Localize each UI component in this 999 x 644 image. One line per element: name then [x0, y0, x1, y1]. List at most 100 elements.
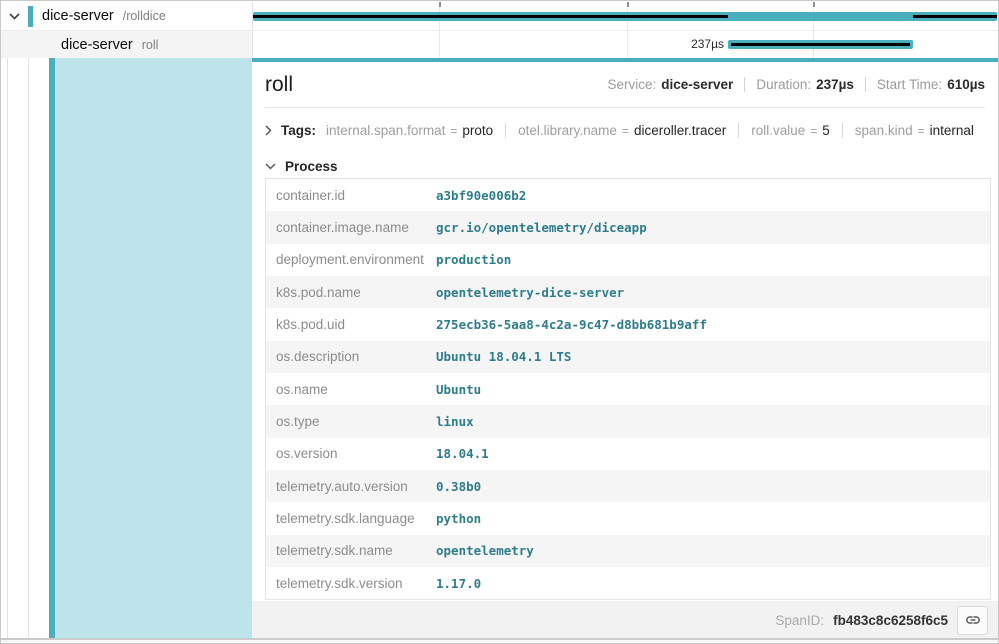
- table-row: k8s.pod.uid 275ecb36-5aa8-4c2a-9c47-d8bb…: [266, 308, 990, 340]
- attribute-key: os.name: [266, 382, 436, 397]
- table-row: os.description Ubuntu 18.04.1 LTS: [266, 341, 990, 373]
- spanid-value: fb483c8c6258f6c5: [833, 613, 948, 628]
- timeline-tick: [439, 2, 441, 7]
- attribute-key: os.description: [266, 349, 436, 364]
- stat-label: Service:: [607, 77, 656, 92]
- attribute-key: telemetry.auto.version: [266, 479, 436, 494]
- operation-name: roll: [142, 38, 159, 52]
- tree-guide-line: [7, 31, 8, 638]
- table-row: os.version 18.04.1: [266, 438, 990, 470]
- attribute-value: 275ecb36-5aa8-4c2a-9c47-d8bb681b9aff: [436, 317, 707, 332]
- spanid-label: SpanID:: [775, 613, 824, 628]
- table-row: telemetry.sdk.version 1.17.0: [266, 567, 990, 599]
- attribute-value: production: [436, 252, 511, 267]
- attribute-key: k8s.pod.name: [266, 285, 436, 300]
- stat-item: Service: dice-server: [607, 77, 733, 92]
- tag-key: otel.library.name: [518, 123, 617, 138]
- span-row-rolldice[interactable]: dice-server /rolldice: [1, 2, 252, 30]
- tag-item: roll.value = 5: [738, 123, 830, 138]
- table-row: os.type linux: [266, 405, 990, 437]
- attribute-value: python: [436, 511, 481, 526]
- tag-value: internal: [930, 123, 974, 138]
- process-accordion[interactable]: Process: [265, 154, 348, 178]
- chevron-down-icon: [9, 13, 20, 20]
- operation-name: /rolldice: [123, 9, 166, 23]
- table-row: telemetry.sdk.name opentelemetry: [266, 535, 990, 567]
- attribute-value: opentelemetry-dice-server: [436, 285, 624, 300]
- span-bar-rolldice[interactable]: [253, 12, 997, 21]
- attribute-value: 0.38b0: [436, 479, 481, 494]
- attribute-value: opentelemetry: [436, 543, 534, 558]
- service-name: dice-server: [61, 37, 133, 53]
- attribute-value: gcr.io/opentelemetry/diceapp: [436, 220, 647, 235]
- service-name: dice-server: [42, 8, 114, 24]
- attribute-key: telemetry.sdk.version: [266, 576, 436, 591]
- stat-item: Duration: 237µs: [744, 77, 854, 92]
- span-detail-header: roll Service: dice-server Duration: 237µs …: [265, 62, 985, 108]
- span-bar-roll[interactable]: [728, 40, 913, 49]
- attribute-value: Ubuntu 18.04.1 LTS: [436, 349, 571, 364]
- tags-label: Tags:: [281, 123, 316, 138]
- span-row-roll[interactable]: dice-server roll: [1, 31, 252, 58]
- span-stats: Service: dice-server Duration: 237µs Start…: [607, 77, 985, 92]
- table-row: deployment.environment production: [266, 244, 990, 276]
- timeline-tick: [627, 2, 629, 7]
- table-row: container.id a3bf90e006b2: [266, 179, 990, 211]
- tag-equals-sign: =: [810, 124, 817, 138]
- attribute-key: os.type: [266, 414, 436, 429]
- process-label: Process: [285, 159, 338, 174]
- tag-item: otel.library.name=diceroller.tracer: [505, 123, 726, 138]
- table-row: telemetry.sdk.language python: [266, 502, 990, 534]
- stat-value: 237µs: [816, 77, 854, 92]
- span-detail-footer: SpanID: fb483c8c6258f6c5: [252, 601, 998, 639]
- tag-key: internal.span.format: [326, 123, 445, 138]
- attribute-key: container.id: [266, 188, 436, 203]
- tags-accordion[interactable]: Tags: internal.span.format = proto otel.li…: [265, 109, 985, 152]
- attribute-key: container.image.name: [266, 220, 436, 235]
- tag-equals-sign: =: [450, 124, 457, 138]
- tag-equals-sign: =: [918, 124, 925, 138]
- tag-key: span.kind: [855, 123, 913, 138]
- tag-equals-sign: =: [622, 124, 629, 138]
- tag-value: 5: [822, 123, 830, 138]
- attribute-key: os.version: [266, 446, 436, 461]
- table-row: telemetry.auto.version 0.38b0: [266, 470, 990, 502]
- attribute-value: linux: [436, 414, 474, 429]
- stat-item: Start Time: 610µs: [865, 77, 985, 92]
- table-row: k8s.pod.name opentelemetry-dice-server: [266, 276, 990, 308]
- tag-value: proto: [462, 123, 493, 138]
- span-bar-overlay: [913, 15, 997, 18]
- span-operation-title: roll: [265, 73, 293, 97]
- service-color-chip: [28, 6, 33, 27]
- stat-value: 610µs: [947, 77, 985, 92]
- stat-label: Start Time:: [877, 77, 942, 92]
- process-key-value-table: container.id a3bf90e006b2 container.imag…: [265, 178, 991, 600]
- tree-guide-line: [28, 31, 29, 638]
- timeline-tick: [813, 2, 815, 7]
- table-row: container.image.name gcr.io/opentelemetr…: [266, 211, 990, 243]
- span-bar-overlay: [731, 43, 910, 46]
- link-icon: [965, 612, 981, 628]
- attribute-key: k8s.pod.uid: [266, 317, 436, 332]
- selected-span-row-background[interactable]: [55, 58, 252, 638]
- collapse-children-button[interactable]: [9, 13, 20, 20]
- stat-label: Duration:: [756, 77, 811, 92]
- tag-item: internal.span.format = proto: [326, 123, 493, 138]
- span-detail-panel: roll Service: dice-server Duration: 237µs …: [252, 58, 998, 639]
- attribute-key: telemetry.sdk.language: [266, 511, 436, 526]
- span-bar-overlay: [253, 15, 728, 18]
- tag-item: span.kind = internal: [842, 123, 974, 138]
- attribute-value: 1.17.0: [436, 576, 481, 591]
- attribute-value: Ubuntu: [436, 382, 481, 397]
- tag-key: roll.value: [751, 123, 805, 138]
- attribute-value: 18.04.1: [436, 446, 489, 461]
- chevron-right-icon: [265, 125, 272, 136]
- span-duration-label: 237µs: [604, 31, 724, 58]
- chevron-down-icon: [265, 163, 276, 170]
- attribute-value: a3bf90e006b2: [436, 188, 526, 203]
- copy-span-link-button[interactable]: [957, 606, 988, 635]
- tags-list: internal.span.format = proto otel.library.…: [326, 123, 974, 138]
- attribute-key: telemetry.sdk.name: [266, 543, 436, 558]
- stat-value: dice-server: [661, 77, 733, 92]
- jaeger-trace-detail-view: dice-server /rolldice dice-server roll 2…: [0, 0, 999, 644]
